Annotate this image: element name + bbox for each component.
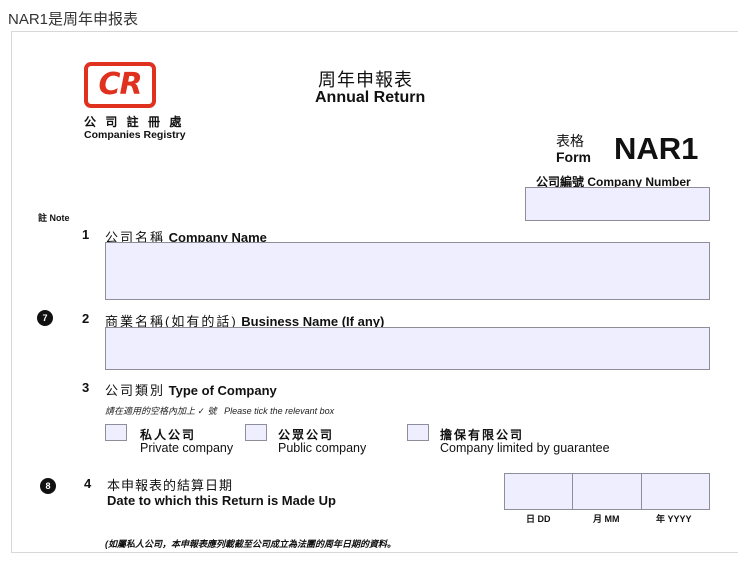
form-label-zh: 表格	[556, 133, 584, 149]
year-field[interactable]	[641, 473, 710, 510]
month-field[interactable]	[573, 473, 642, 510]
business-name-field[interactable]	[105, 327, 710, 370]
cr-logo: CR	[84, 62, 156, 108]
guarantee-company-checkbox[interactable]	[407, 424, 429, 441]
public-company-checkbox[interactable]	[245, 424, 267, 441]
form-title-en: Annual Return	[315, 89, 426, 106]
cr-logo-mark: CR	[98, 67, 142, 102]
form-label-en: Form	[556, 149, 591, 165]
company-type-label: 公司類別 Type of Company	[105, 383, 277, 398]
year-label: 年 YYYY	[656, 514, 692, 524]
form-code: NAR1	[614, 131, 699, 166]
section-2-number: 2	[82, 311, 90, 326]
guarantee-company-label-en: Company limited by guarantee	[440, 441, 610, 455]
section-4-number: 4	[84, 476, 92, 491]
note-column-label: 註 Note	[38, 213, 70, 223]
section-1-number: 1	[82, 227, 90, 242]
company-name-field[interactable]	[105, 242, 710, 300]
private-company-checkbox[interactable]	[105, 424, 127, 441]
made-up-date-label-zh: 本申報表的結算日期	[107, 478, 234, 493]
note-7-marker: 7	[37, 310, 53, 326]
month-label: 月 MM	[593, 514, 620, 524]
page-caption: NAR1是周年申报表	[8, 11, 139, 28]
day-field[interactable]	[504, 473, 574, 510]
tick-instruction: 請在適用的空格內加上 ✓ 號 Please tick the relevant …	[105, 406, 335, 416]
section-3-number: 3	[82, 380, 90, 395]
made-up-date-label-en: Date to which this Return is Made Up	[107, 493, 336, 508]
registry-name-zh: 公 司 註 冊 處	[84, 115, 185, 129]
public-company-label-en: Public company	[278, 441, 367, 455]
registry-name-en: Companies Registry	[84, 129, 186, 141]
made-up-date-fields	[504, 473, 710, 510]
company-number-field[interactable]	[525, 187, 710, 221]
note-8-marker: 8	[40, 478, 56, 494]
private-company-footnote: (如屬私人公司，本申報表應列載截至公司成立為法團的周年日期的資料。	[105, 539, 396, 549]
day-label: 日 DD	[526, 514, 551, 524]
private-company-label-en: Private company	[140, 441, 234, 455]
